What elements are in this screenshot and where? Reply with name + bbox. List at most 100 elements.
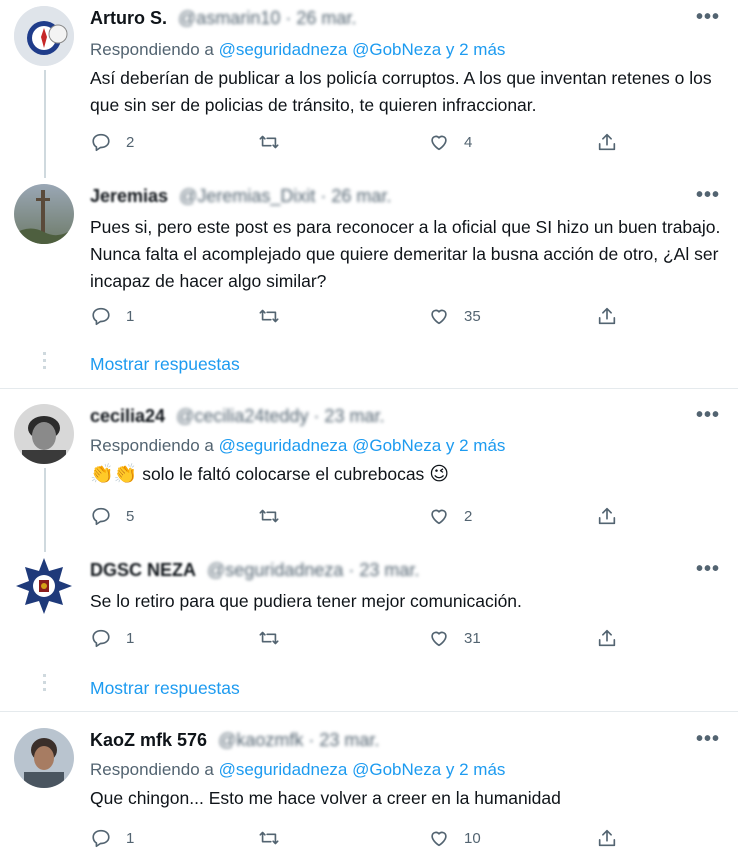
avatar[interactable] (14, 6, 74, 66)
display-name[interactable]: Jeremias (90, 186, 168, 206)
reply-icon (92, 307, 110, 326)
like-count: 4 (464, 133, 473, 151)
tweet-header: Jeremias @Jeremias_Dixit · 26 mar. (90, 186, 391, 207)
reply-count: 1 (126, 307, 135, 325)
replying-to: Respondiendo a @seguridadneza @GobNeza y… (90, 760, 505, 780)
share-button[interactable] (596, 824, 618, 852)
reply-button[interactable]: 1 (90, 302, 134, 330)
avatar[interactable] (14, 404, 74, 464)
tweet[interactable]: Jeremias @Jeremias_Dixit · 26 mar. ••• P… (0, 178, 738, 388)
reply-count: 1 (126, 629, 135, 647)
like-icon (431, 631, 447, 647)
divider (0, 711, 738, 712)
tweet[interactable]: Arturo S. @asmarin10 · 26 mar. ••• Respo… (0, 0, 738, 165)
like-icon (431, 509, 447, 525)
tweet-actions: 2 4 (90, 128, 650, 156)
tweet-header: DGSC NEZA @seguridadneza · 23 mar. (90, 560, 419, 581)
mention-link[interactable]: @seguridadneza (219, 760, 348, 779)
share-icon (598, 629, 616, 647)
share-button[interactable] (596, 502, 618, 530)
display-name[interactable]: DGSC NEZA (90, 560, 196, 580)
retweet-button[interactable] (258, 824, 294, 852)
like-icon (431, 831, 447, 847)
replying-prefix: Respondiendo a (90, 760, 214, 779)
mention-link[interactable]: @GobNeza (352, 436, 441, 455)
tweet-text: Se lo retiro para que pudiera tener mejo… (90, 591, 522, 611)
handle-and-date[interactable]: @kaozmfk · 23 mar. (218, 730, 379, 750)
avatar[interactable] (14, 184, 74, 244)
show-replies-link[interactable]: Mostrar respuestas (90, 354, 240, 375)
reply-button[interactable]: 5 (90, 502, 134, 530)
like-button[interactable]: 35 (428, 302, 481, 330)
handle-and-date[interactable]: @cecilia24teddy · 23 mar. (176, 406, 384, 426)
reply-button[interactable]: 2 (90, 128, 134, 156)
tweet[interactable]: cecilia24 @cecilia24teddy · 23 mar. ••• … (0, 398, 738, 538)
reply-icon (92, 629, 110, 648)
retweet-icon (259, 135, 279, 149)
replying-prefix: Respondiendo a (90, 436, 214, 455)
more-mentions-link[interactable]: y 2 más (446, 436, 506, 455)
share-button[interactable] (596, 302, 618, 330)
share-button[interactable] (596, 128, 618, 156)
retweet-icon (259, 309, 279, 323)
mention-link[interactable]: @seguridadneza (219, 436, 348, 455)
more-icon[interactable]: ••• (696, 6, 720, 29)
reply-button[interactable]: 1 (90, 824, 134, 852)
like-count: 35 (464, 307, 481, 325)
tweet-actions: 1 35 (90, 302, 650, 330)
like-button[interactable]: 4 (428, 128, 472, 156)
thread-dots (43, 348, 47, 373)
thread-line (44, 468, 46, 552)
retweet-button[interactable] (258, 502, 294, 530)
share-icon (598, 507, 616, 525)
like-button[interactable]: 31 (428, 624, 481, 652)
tweet-header: cecilia24 @cecilia24teddy · 23 mar. (90, 406, 384, 427)
more-icon[interactable]: ••• (696, 558, 720, 581)
more-mentions-link[interactable]: y 2 más (446, 760, 506, 779)
handle-and-date[interactable]: @Jeremias_Dixit · 26 mar. (179, 186, 391, 206)
like-icon (431, 309, 447, 325)
mention-link[interactable]: @GobNeza (352, 760, 441, 779)
reply-icon (92, 829, 110, 848)
retweet-button[interactable] (258, 302, 294, 330)
tweet-text-body: solo le faltó colocarse el cubrebocas (142, 464, 425, 484)
more-icon[interactable]: ••• (696, 404, 720, 427)
share-button[interactable] (596, 624, 618, 652)
more-mentions-link[interactable]: y 2 más (446, 40, 506, 59)
tweet-header: Arturo S. @asmarin10 · 26 mar. (90, 8, 356, 29)
tweet[interactable]: DGSC NEZA @seguridadneza · 23 mar. ••• S… (0, 552, 738, 708)
avatar[interactable] (14, 728, 74, 788)
replying-to: Respondiendo a @seguridadneza @GobNeza y… (90, 40, 505, 60)
more-icon[interactable]: ••• (696, 728, 720, 751)
reply-count: 5 (126, 507, 135, 525)
mention-link[interactable]: @GobNeza (352, 40, 441, 59)
display-name[interactable]: KaoZ mfk 576 (90, 730, 207, 750)
handle-and-date[interactable]: @seguridadneza · 23 mar. (207, 560, 419, 580)
avatar[interactable] (14, 556, 74, 616)
handle-and-date[interactable]: @asmarin10 · 26 mar. (178, 8, 356, 28)
tweet-text: Que chingon... Esto me hace volver a cre… (90, 788, 561, 808)
show-replies-link[interactable]: Mostrar respuestas (90, 678, 240, 699)
share-icon (598, 133, 616, 151)
like-count: 31 (464, 629, 481, 647)
mention-link[interactable]: @seguridadneza (219, 40, 348, 59)
retweet-icon (259, 509, 279, 523)
tweet-text: Pues si, pero este post es para reconoce… (90, 217, 721, 291)
reply-count: 1 (126, 829, 135, 847)
share-icon (598, 307, 616, 325)
retweet-button[interactable] (258, 128, 294, 156)
like-button[interactable]: 2 (428, 502, 472, 530)
like-button[interactable]: 10 (428, 824, 481, 852)
display-name[interactable]: cecilia24 (90, 406, 165, 426)
tweet-text: 👏👏 solo le faltó colocarse el cubrebocas… (90, 461, 722, 488)
reply-button[interactable]: 1 (90, 624, 134, 652)
like-count: 10 (464, 829, 481, 847)
more-icon[interactable]: ••• (696, 184, 720, 207)
retweet-icon (259, 631, 279, 645)
like-icon (431, 135, 447, 151)
display-name[interactable]: Arturo S. (90, 8, 167, 28)
clapping-emoji: 👏👏 (90, 464, 138, 485)
retweet-button[interactable] (258, 624, 294, 652)
share-icon (598, 829, 616, 847)
tweet[interactable]: KaoZ mfk 576 @kaozmfk · 23 mar. ••• Resp… (0, 722, 738, 856)
